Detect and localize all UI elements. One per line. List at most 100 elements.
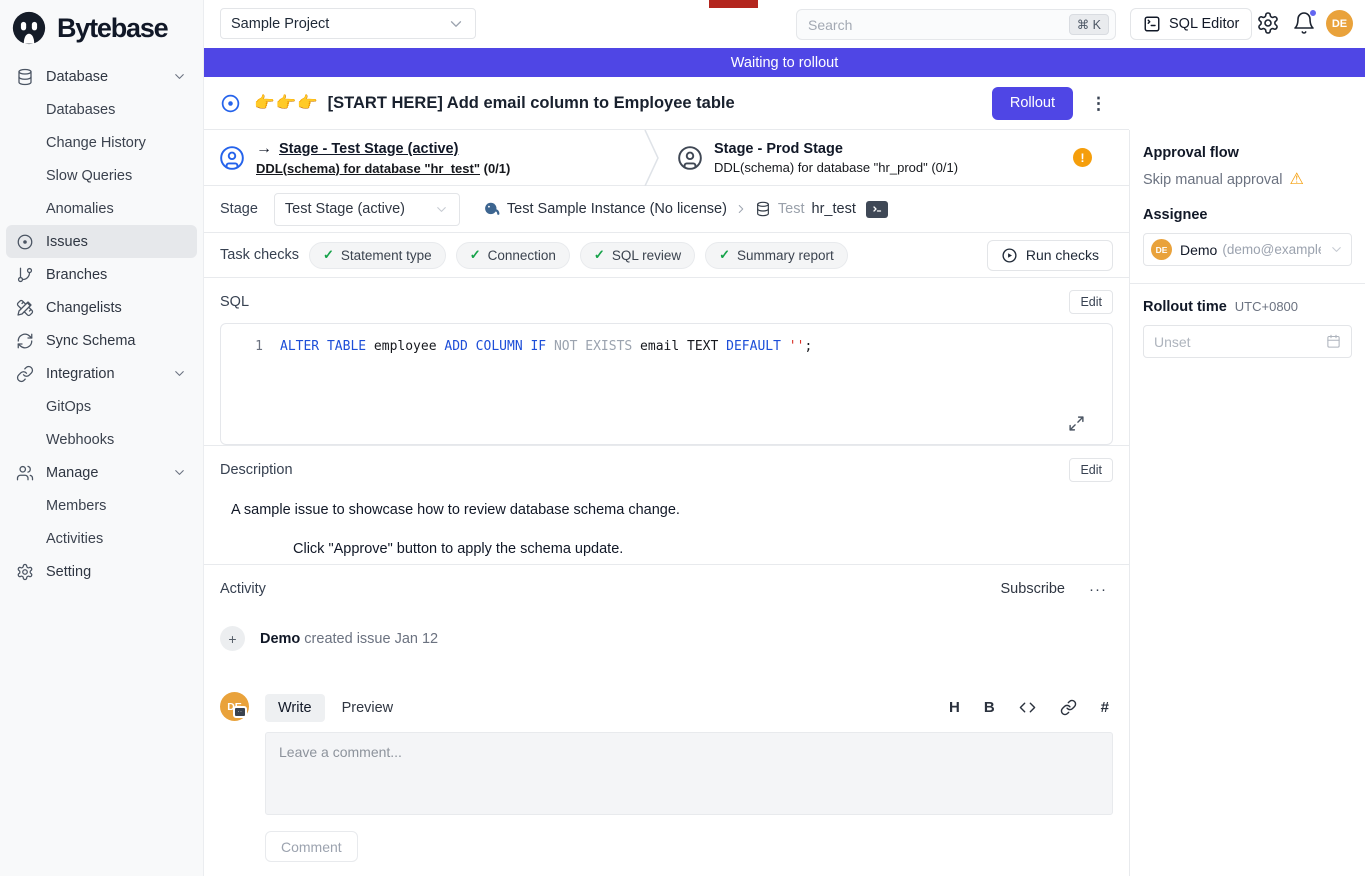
environment-label: Test: [778, 201, 805, 217]
sidebar-item-gitops[interactable]: GitOps: [6, 390, 197, 423]
assignee-select[interactable]: DE Demo (demo@example: [1143, 233, 1352, 266]
open-sql-editor-icon[interactable]: [866, 201, 888, 218]
database-breadcrumb: Test Sample Instance (No license) Test h…: [483, 201, 888, 218]
notification-bell-icon[interactable]: [1292, 11, 1316, 35]
bytebase-mascot-icon: [10, 9, 48, 47]
sidebar-item-change-history[interactable]: Change History: [6, 126, 197, 159]
notification-dot: [1309, 9, 1317, 17]
tab-write[interactable]: Write: [265, 694, 325, 722]
sidebar-item-anomalies[interactable]: Anomalies: [6, 192, 197, 225]
warning-triangle-icon: ⚠: [1289, 172, 1303, 188]
database-icon: [755, 201, 771, 217]
comment-submit-button[interactable]: Comment: [265, 831, 358, 862]
sql-code-editor[interactable]: 1 ALTER TABLE employee ADD COLUMN IF NOT…: [220, 323, 1113, 445]
comment-input-box: [265, 732, 1113, 815]
user-circle-icon: [677, 145, 703, 171]
activity-action: created issue Jan 12: [304, 631, 438, 647]
sql-code-line: 1 ALTER TABLE employee ADD COLUMN IF NOT…: [221, 338, 1112, 356]
check-icon: ✓: [323, 247, 334, 263]
check-pill-sql-review[interactable]: ✓SQL review: [580, 242, 695, 269]
assignee-name: Demo: [1180, 242, 1217, 258]
code-format-icon[interactable]: [1019, 699, 1036, 716]
sidebar-item-webhooks[interactable]: Webhooks: [6, 423, 197, 456]
stage-card-prod[interactable]: Stage - Prod Stage DDL(schema) for datab…: [662, 130, 1129, 185]
status-banner: Waiting to rollout: [204, 48, 1365, 77]
check-pill-statement-type[interactable]: ✓Statement type: [309, 242, 446, 269]
plus-icon: +: [220, 626, 245, 651]
sidebar-item-issues[interactable]: Issues: [6, 225, 197, 258]
settings-gear-icon[interactable]: [1256, 11, 1280, 35]
stage-pipeline: → Stage - Test Stage (active) DDL(schema…: [204, 130, 1129, 186]
stage-card-test[interactable]: → Stage - Test Stage (active) DDL(schema…: [204, 130, 642, 185]
chevron-down-icon: [447, 15, 465, 33]
sidebar-item-integration[interactable]: Integration: [6, 357, 197, 390]
warning-icon: !: [1073, 148, 1092, 167]
instance-link[interactable]: Test Sample Instance (No license): [507, 201, 727, 217]
issue-side-panel: Approval flow Skip manual approval ⚠ Ass…: [1129, 130, 1365, 876]
issue-status-icon: [220, 93, 241, 114]
chevron-down-icon: [172, 366, 187, 381]
user-avatar[interactable]: DE: [1326, 10, 1353, 37]
pencil-ruler-icon: [16, 299, 34, 317]
sidebar-item-databases[interactable]: Databases: [6, 93, 197, 126]
comment-bubble-badge: ··: [233, 706, 247, 718]
description-text: Click "Approve" button to apply the sche…: [293, 541, 1113, 557]
check-pill-summary-report[interactable]: ✓Summary report: [705, 242, 848, 269]
tab-preview[interactable]: Preview: [329, 694, 407, 722]
calendar-icon: [1326, 334, 1341, 349]
arrow-right-icon: →: [256, 140, 272, 158]
circle-dot-icon: [16, 233, 34, 251]
subscribe-button[interactable]: Subscribe: [1001, 581, 1065, 597]
sidebar-item-changelists[interactable]: Changelists: [6, 291, 197, 324]
bytebase-logo[interactable]: Bytebase: [0, 0, 203, 50]
link-format-icon[interactable]: [1060, 699, 1077, 716]
run-checks-button[interactable]: Run checks: [987, 240, 1113, 271]
stage-select[interactable]: Test Stage (active): [274, 193, 460, 226]
stage-title: Stage - Prod Stage: [714, 141, 843, 157]
sql-editor-button[interactable]: SQL Editor: [1130, 8, 1252, 40]
sidebar-item-sync-schema[interactable]: Sync Schema: [6, 324, 197, 357]
sidebar-item-setting[interactable]: Setting: [6, 555, 197, 588]
activity-entry: + Democreated issue Jan 12: [220, 626, 1113, 651]
sidebar-item-activities[interactable]: Activities: [6, 522, 197, 555]
link-icon: [16, 365, 34, 383]
sidebar-item-members[interactable]: Members: [6, 489, 197, 522]
sidebar-item-manage[interactable]: Manage: [6, 456, 197, 489]
stage-title[interactable]: Stage - Test Stage (active): [279, 141, 458, 157]
sql-section: SQL Edit 1 ALTER TABLE employee ADD COLU…: [204, 278, 1129, 446]
sql-edit-button[interactable]: Edit: [1069, 290, 1113, 314]
check-icon: ✓: [470, 247, 481, 263]
hash-format-icon[interactable]: #: [1101, 699, 1109, 716]
sidebar-item-database[interactable]: Database: [6, 60, 197, 93]
gear-icon: [16, 563, 34, 581]
chevron-down-icon: [172, 465, 187, 480]
rollout-time-input[interactable]: Unset: [1143, 325, 1352, 358]
check-pill-connection[interactable]: ✓Connection: [456, 242, 570, 269]
editor-toolbar: Write Preview H B #: [265, 692, 1113, 723]
comment-editor: DE ·· Write Preview H B #: [220, 692, 1113, 862]
chevron-down-icon: [434, 202, 449, 217]
chevron-right-icon: [734, 202, 748, 216]
stage-task-link[interactable]: DDL(schema) for database "hr_test": [256, 161, 480, 176]
heading-format-icon[interactable]: H: [949, 699, 960, 716]
kebab-menu-icon[interactable]: ⋮: [1090, 95, 1107, 112]
rollout-button[interactable]: Rollout: [992, 87, 1073, 120]
database-link[interactable]: hr_test: [812, 201, 856, 217]
more-options-icon[interactable]: ···: [1089, 581, 1107, 598]
comment-textarea[interactable]: [266, 733, 1112, 814]
task-checks-row: Task checks ✓Statement type ✓Connection …: [204, 233, 1129, 278]
logo-text: Bytebase: [57, 13, 167, 44]
project-selector[interactable]: Sample Project: [220, 8, 476, 39]
search-box[interactable]: ⌘ K: [796, 9, 1116, 40]
bold-format-icon[interactable]: B: [984, 699, 995, 716]
sidebar-nav: Database Databases Change History Slow Q…: [0, 50, 203, 588]
postgres-icon: [483, 201, 500, 218]
terminal-square-icon: [1143, 15, 1161, 33]
stage-task: DDL(schema) for database "hr_prod" (0/1): [714, 160, 958, 175]
sidebar-item-slow-queries[interactable]: Slow Queries: [6, 159, 197, 192]
description-edit-button[interactable]: Edit: [1069, 458, 1113, 482]
expand-fullscreen-icon[interactable]: [1068, 415, 1085, 432]
search-input[interactable]: [808, 17, 1069, 33]
sidebar-item-branches[interactable]: Branches: [6, 258, 197, 291]
issue-title: 👉👉👉 [START HERE] Add email column to Emp…: [254, 94, 735, 113]
